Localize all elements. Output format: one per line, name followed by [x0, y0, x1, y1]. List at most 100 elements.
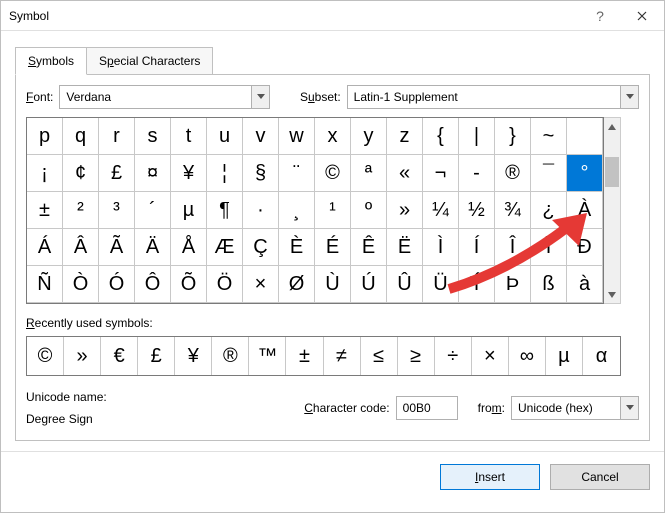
grid-cell[interactable]: s — [135, 118, 171, 155]
grid-cell[interactable]: Ë — [387, 229, 423, 266]
grid-cell[interactable]: Ù — [315, 266, 351, 303]
chevron-down-icon[interactable] — [620, 397, 638, 419]
grid-cell[interactable]: Ø — [279, 266, 315, 303]
grid-cell[interactable]: ¨ — [279, 155, 315, 192]
scroll-thumb[interactable] — [605, 157, 619, 187]
charcode-input[interactable] — [396, 396, 458, 420]
grid-cell[interactable]: Ð — [567, 229, 603, 266]
recent-cell[interactable]: ÷ — [435, 337, 472, 375]
grid-cell[interactable]: ® — [495, 155, 531, 192]
recent-cell[interactable]: × — [472, 337, 509, 375]
recent-cell[interactable]: ™ — [249, 337, 286, 375]
grid-cell[interactable]: ß — [531, 266, 567, 303]
grid-cell[interactable]: ¦ — [207, 155, 243, 192]
grid-cell[interactable]: Æ — [207, 229, 243, 266]
grid-cell[interactable]: À — [567, 192, 603, 229]
tab-symbols[interactable]: Symbols — [15, 47, 87, 75]
grid-cell[interactable]: Þ — [495, 266, 531, 303]
grid-cell[interactable]: ª — [351, 155, 387, 192]
grid-cell[interactable]: ¾ — [495, 192, 531, 229]
recent-cell[interactable]: » — [64, 337, 101, 375]
grid-cell[interactable]: q — [63, 118, 99, 155]
grid-cell[interactable]: ¶ — [207, 192, 243, 229]
font-combo[interactable]: Verdana — [59, 85, 270, 109]
recent-cell[interactable]: ± — [286, 337, 323, 375]
help-button[interactable]: ? — [580, 2, 620, 30]
grid-cell[interactable]: É — [315, 229, 351, 266]
grid-cell[interactable]: Ã — [99, 229, 135, 266]
grid-cell[interactable]: £ — [99, 155, 135, 192]
grid-cell[interactable]: » — [387, 192, 423, 229]
scrollbar[interactable] — [604, 117, 621, 304]
grid-cell[interactable]: « — [387, 155, 423, 192]
grid-cell[interactable]: - — [459, 155, 495, 192]
grid-cell[interactable]: Í — [459, 229, 495, 266]
scroll-track[interactable] — [604, 135, 620, 286]
grid-cell[interactable]: } — [495, 118, 531, 155]
from-combo[interactable]: Unicode (hex) — [511, 396, 639, 420]
grid-cell[interactable]: ¡ — [27, 155, 63, 192]
character-grid[interactable]: pqrstuvwxyz{|}~¡¢£¤¥¦§¨©ª«¬-®¯°±²³´µ¶·¸¹… — [26, 117, 604, 304]
recent-cell[interactable]: ≤ — [361, 337, 398, 375]
grid-cell[interactable]: Õ — [171, 266, 207, 303]
grid-cell[interactable]: Î — [495, 229, 531, 266]
grid-cell[interactable]: Ò — [63, 266, 99, 303]
grid-cell[interactable]: u — [207, 118, 243, 155]
grid-cell[interactable]: ¸ — [279, 192, 315, 229]
grid-cell[interactable]: ¹ — [315, 192, 351, 229]
grid-cell[interactable]: z — [387, 118, 423, 155]
grid-cell[interactable]: w — [279, 118, 315, 155]
grid-cell[interactable]: ½ — [459, 192, 495, 229]
grid-cell[interactable]: | — [459, 118, 495, 155]
grid-cell[interactable]: Ý — [459, 266, 495, 303]
grid-cell[interactable]: º — [351, 192, 387, 229]
recent-cell[interactable]: € — [101, 337, 138, 375]
grid-cell[interactable]: p — [27, 118, 63, 155]
grid-cell[interactable]: × — [243, 266, 279, 303]
grid-cell[interactable]: ¯ — [531, 155, 567, 192]
grid-cell[interactable]: Ú — [351, 266, 387, 303]
grid-cell[interactable] — [567, 118, 603, 155]
grid-cell[interactable]: · — [243, 192, 279, 229]
grid-cell[interactable]: ± — [27, 192, 63, 229]
grid-cell[interactable]: ³ — [99, 192, 135, 229]
grid-cell[interactable]: ¢ — [63, 155, 99, 192]
grid-cell[interactable]: Ì — [423, 229, 459, 266]
grid-cell[interactable]: r — [99, 118, 135, 155]
chevron-down-icon[interactable] — [251, 86, 269, 108]
grid-cell[interactable]: Å — [171, 229, 207, 266]
cancel-button[interactable]: Cancel — [550, 464, 650, 490]
recent-cell[interactable]: µ — [546, 337, 583, 375]
grid-cell[interactable]: µ — [171, 192, 207, 229]
grid-cell[interactable]: Ô — [135, 266, 171, 303]
grid-cell[interactable]: { — [423, 118, 459, 155]
grid-cell[interactable]: ¬ — [423, 155, 459, 192]
recent-cell[interactable]: ¥ — [175, 337, 212, 375]
recent-cell[interactable]: ® — [212, 337, 249, 375]
grid-cell[interactable]: x — [315, 118, 351, 155]
grid-cell[interactable]: Á — [27, 229, 63, 266]
grid-cell[interactable]: Â — [63, 229, 99, 266]
chevron-down-icon[interactable] — [620, 86, 638, 108]
recent-cell[interactable]: ∞ — [509, 337, 546, 375]
grid-cell[interactable]: y — [351, 118, 387, 155]
grid-cell[interactable]: ² — [63, 192, 99, 229]
grid-cell[interactable]: È — [279, 229, 315, 266]
grid-cell[interactable]: à — [567, 266, 603, 303]
grid-cell[interactable]: ~ — [531, 118, 567, 155]
recent-cell[interactable]: ≠ — [324, 337, 361, 375]
grid-cell[interactable]: ¤ — [135, 155, 171, 192]
recent-cell[interactable]: ≥ — [398, 337, 435, 375]
grid-cell[interactable]: Ï — [531, 229, 567, 266]
grid-cell[interactable]: © — [315, 155, 351, 192]
grid-cell[interactable]: ¥ — [171, 155, 207, 192]
scroll-up-icon[interactable] — [604, 118, 620, 135]
tab-special-characters[interactable]: Special Characters — [86, 47, 213, 74]
grid-cell[interactable]: Ê — [351, 229, 387, 266]
grid-cell[interactable]: § — [243, 155, 279, 192]
scroll-down-icon[interactable] — [604, 286, 620, 303]
grid-cell[interactable]: ´ — [135, 192, 171, 229]
grid-cell[interactable]: ¼ — [423, 192, 459, 229]
recent-cell[interactable]: £ — [138, 337, 175, 375]
grid-cell[interactable]: Ä — [135, 229, 171, 266]
